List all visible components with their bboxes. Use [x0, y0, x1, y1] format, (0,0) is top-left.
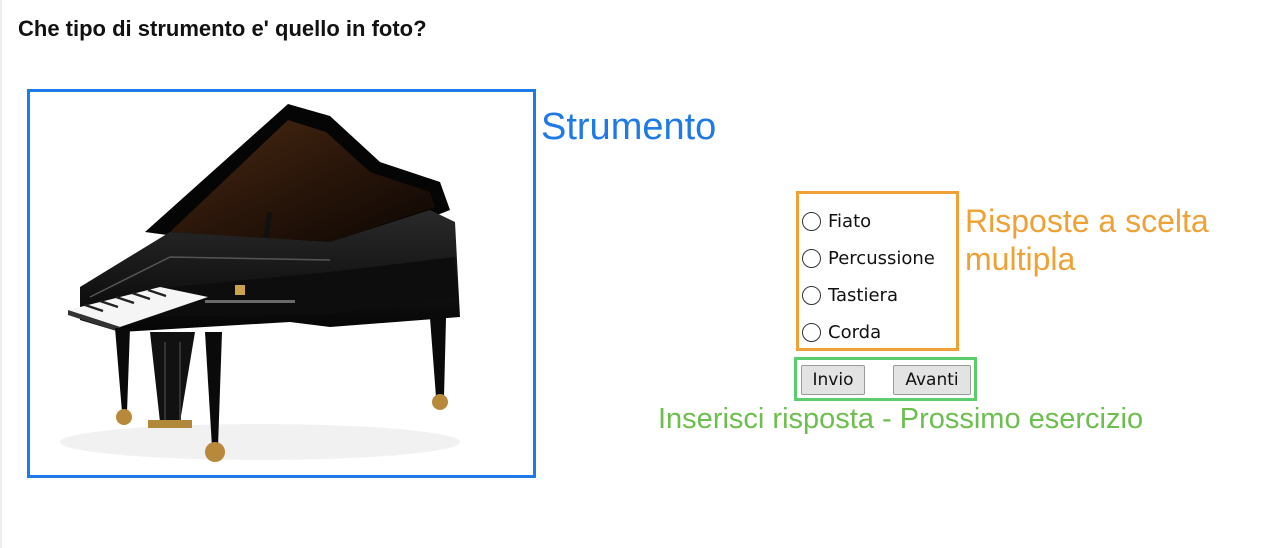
option-fiato[interactable]: Fiato — [802, 206, 871, 236]
option-tastiera[interactable]: Tastiera — [802, 280, 898, 310]
answer-options: Fiato Percussione Tastiera Corda — [796, 191, 959, 351]
option-label: Fiato — [828, 210, 872, 232]
radio-icon[interactable] — [802, 248, 821, 268]
instrument-label: Strumento — [541, 106, 717, 148]
instrument-photo-frame — [27, 89, 536, 478]
grand-piano-image — [60, 104, 460, 462]
option-label: Percussione — [828, 247, 935, 269]
multiple-choice-label: Risposte a scelta multipla — [965, 202, 1265, 278]
question-title: Che tipo di strumento e' quello in foto? — [18, 16, 427, 41]
next-button[interactable]: Avanti — [893, 365, 971, 395]
buttons-caption: Inserisci risposta - Prossimo esercizio — [658, 403, 1144, 435]
radio-icon[interactable] — [802, 285, 821, 305]
multiple-choice-label-line1: Risposte a scelta — [965, 203, 1209, 239]
radio-icon[interactable] — [802, 211, 821, 231]
submit-button[interactable]: Invio — [801, 365, 865, 395]
page-edge — [0, 0, 2, 548]
option-percussione[interactable]: Percussione — [802, 243, 935, 273]
option-label: Tastiera — [828, 284, 898, 306]
option-label: Corda — [828, 321, 882, 343]
multiple-choice-label-line2: multipla — [965, 241, 1076, 277]
option-corda[interactable]: Corda — [802, 317, 881, 347]
radio-icon[interactable] — [802, 322, 821, 342]
action-buttons: Invio Avanti — [794, 357, 977, 401]
